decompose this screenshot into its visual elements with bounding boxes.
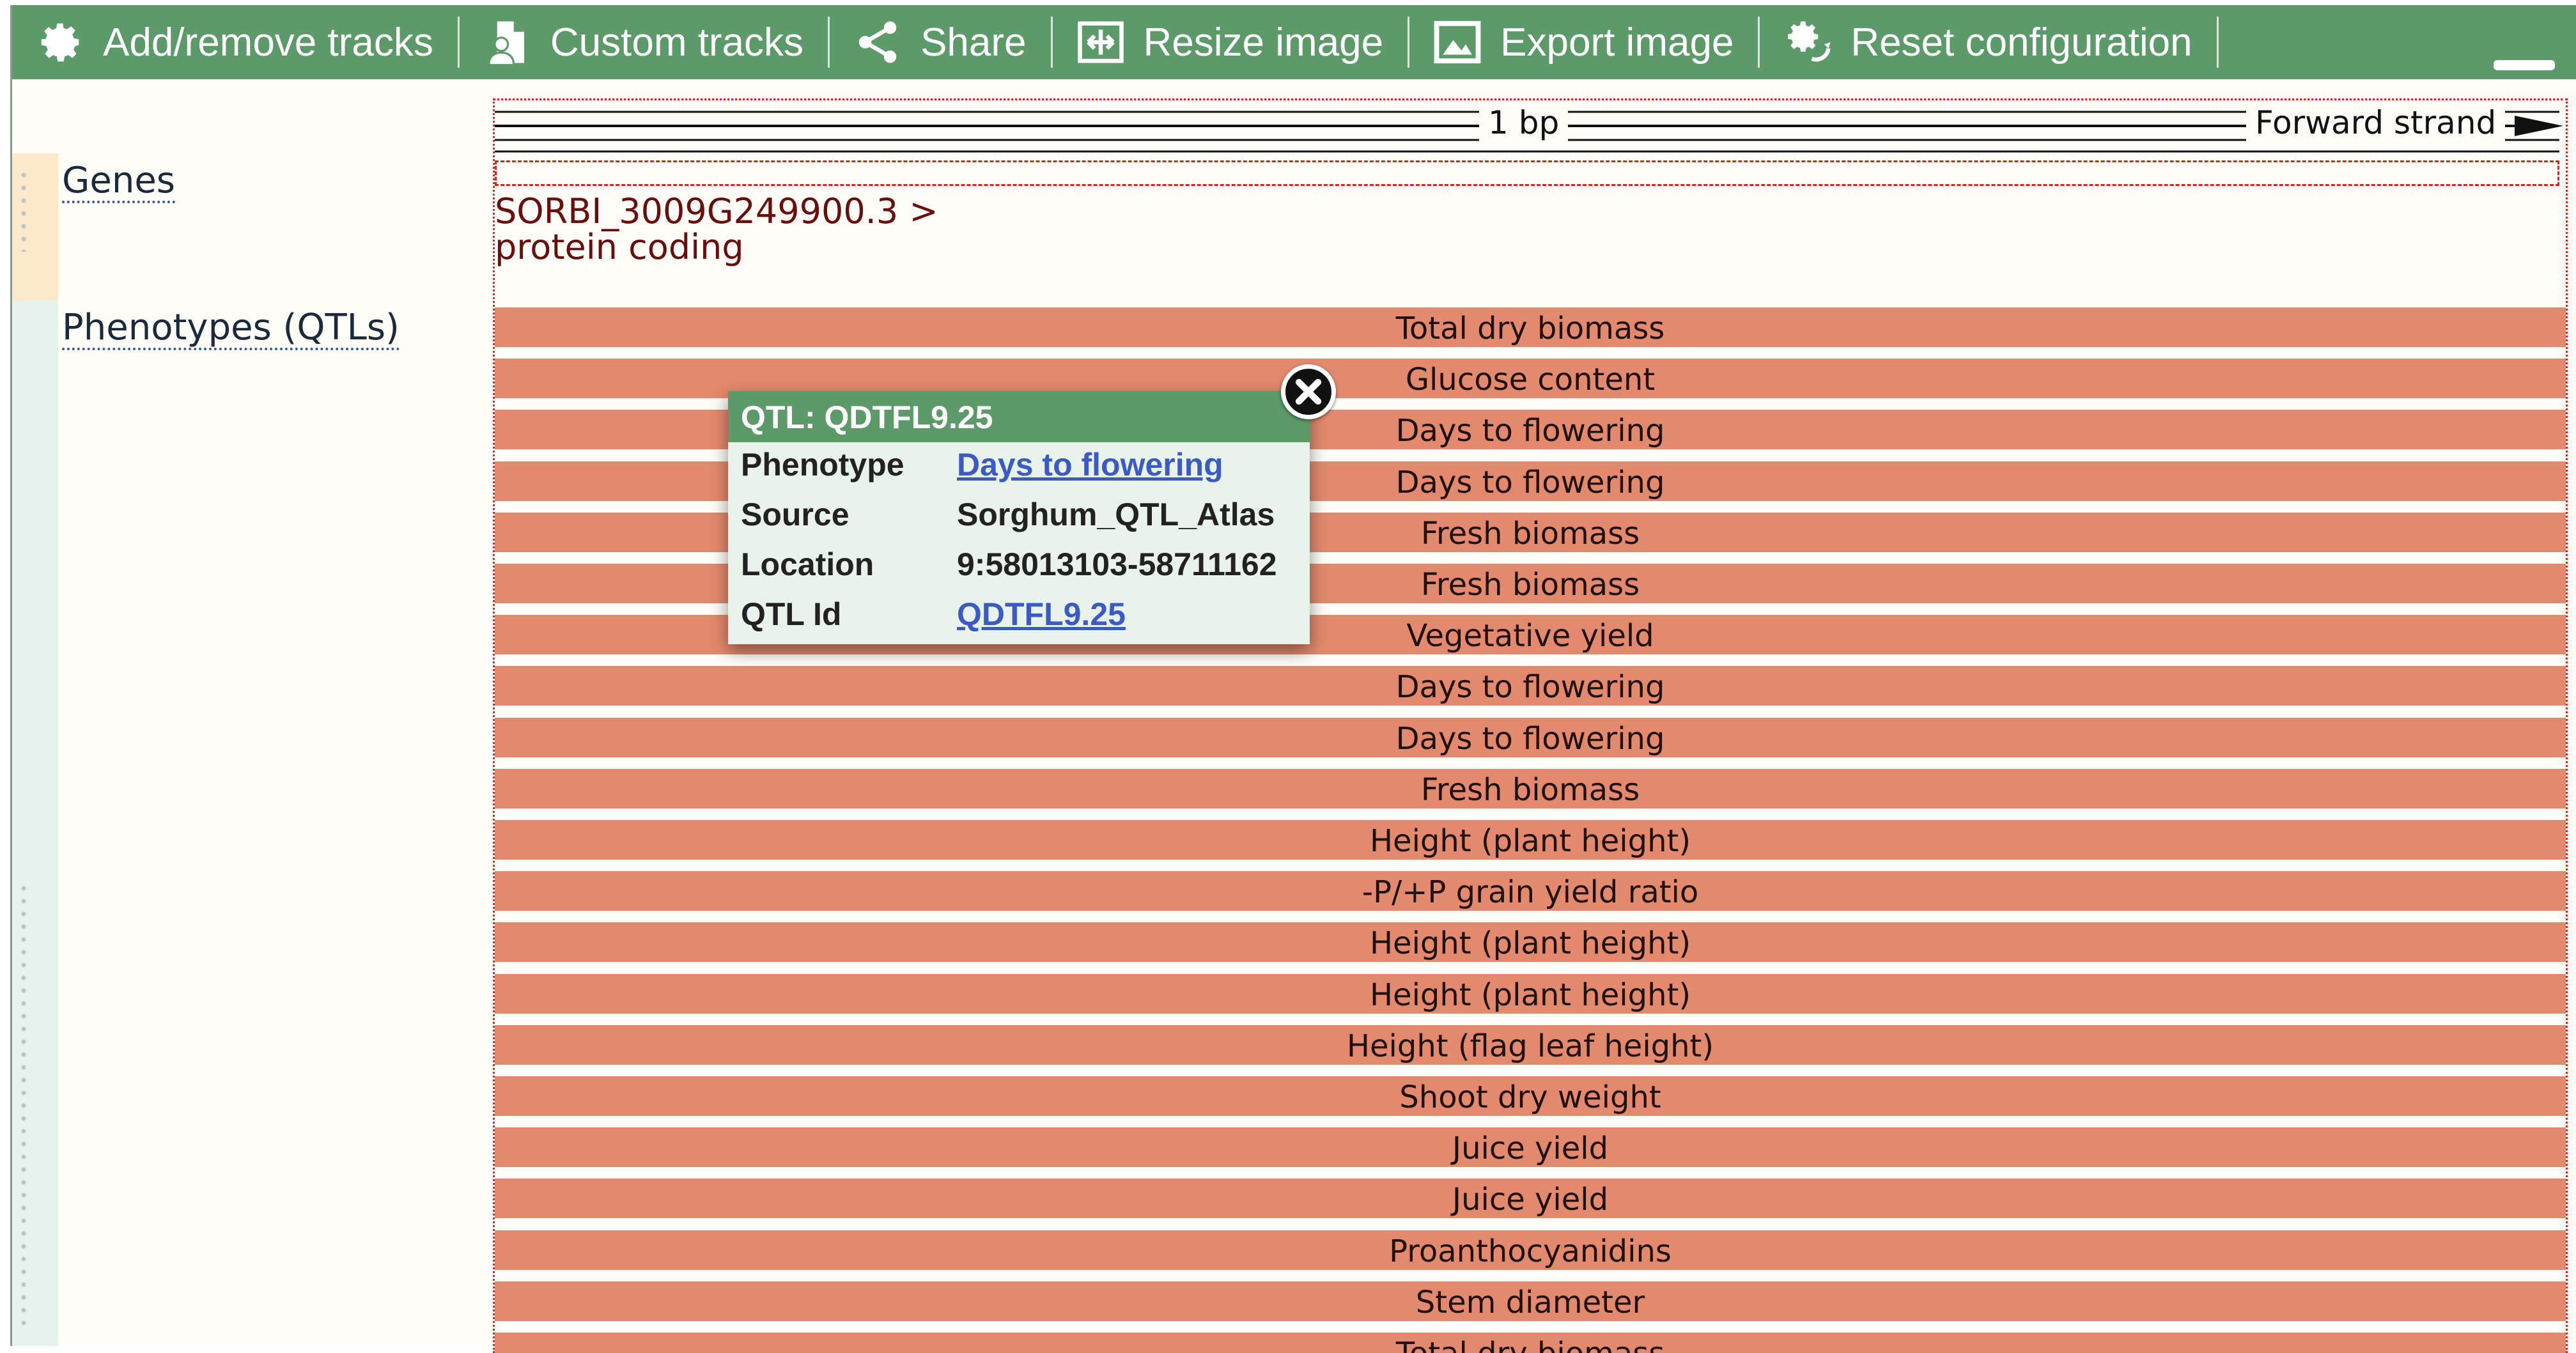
- reset-configuration-button[interactable]: Reset configuration: [1760, 5, 2216, 79]
- qtl-feature-bar[interactable]: Fresh biomass: [495, 769, 2566, 808]
- add-remove-tracks-button[interactable]: Add/remove tracks: [12, 5, 458, 79]
- close-popup-button[interactable]: [1281, 364, 1336, 419]
- qtl-feature-bar[interactable]: Days to flowering: [495, 718, 2566, 757]
- qtl-feature-bar[interactable]: Proanthocyanidins: [495, 1230, 2566, 1270]
- track-label-qtls[interactable]: Phenotypes (QTLs): [62, 308, 400, 350]
- qtl-feature-bar[interactable]: -P/+P grain yield ratio: [495, 871, 2566, 911]
- custom-tracks-button[interactable]: Custom tracks: [460, 5, 828, 79]
- export-image-label: Export image: [1500, 20, 1734, 65]
- genes-track-handle[interactable]: [12, 153, 58, 300]
- popup-key: Phenotype: [741, 447, 904, 483]
- file-user-icon: [487, 21, 524, 66]
- add-remove-tracks-label: Add/remove tracks: [103, 20, 433, 65]
- share-label: Share: [920, 20, 1027, 65]
- qtl-feature-bar[interactable]: Height (plant height): [495, 974, 2566, 1014]
- qtl-feature-bar[interactable]: Height (flag leaf height): [495, 1025, 2566, 1065]
- popup-key: Location: [741, 546, 874, 582]
- qtl-info-popup: QTL: QDTFL9.25 Phenotype Days to floweri…: [728, 391, 1310, 644]
- share-icon: [858, 21, 897, 63]
- strand-label: Forward strand: [2246, 104, 2506, 141]
- toolbar-divider: [2216, 17, 2219, 68]
- share-button[interactable]: Share: [830, 5, 1050, 79]
- popup-key: Source: [741, 497, 850, 532]
- custom-tracks-label: Custom tracks: [550, 20, 804, 65]
- qtl-feature-bar[interactable]: Height (plant height): [495, 820, 2566, 860]
- qtl-feature-bar[interactable]: Shoot dry weight: [495, 1076, 2566, 1116]
- qtl-feature-bar[interactable]: Stem diameter: [495, 1281, 2566, 1321]
- strand-arrow-icon: [2515, 116, 2563, 136]
- popup-value: 9:58013103-58711162: [957, 546, 1277, 582]
- gear-icon: [41, 23, 79, 62]
- genome-browser: Add/remove tracks Custom tracks Share Re…: [10, 5, 2576, 1353]
- qtl-feature-bar[interactable]: Days to flowering: [495, 666, 2566, 706]
- drag-grip-icon: [17, 882, 30, 1329]
- phenotype-link[interactable]: Days to flowering: [957, 442, 1223, 487]
- qtl-id-link[interactable]: QDTFL9.25: [957, 592, 1126, 637]
- reset-configuration-label: Reset configuration: [1851, 20, 2192, 65]
- popup-title: QTL: QDTFL9.25: [728, 391, 1310, 442]
- image-icon: [1434, 20, 1481, 64]
- resize-image-button[interactable]: Resize image: [1053, 5, 1408, 79]
- reset-gear-icon: [1788, 21, 1831, 62]
- popup-value: Sorghum_QTL_Atlas: [957, 497, 1275, 532]
- qtl-feature-bar[interactable]: Juice yield: [495, 1127, 2566, 1167]
- resize-image-label: Resize image: [1143, 20, 1384, 65]
- gene-id-label[interactable]: SORBI_3009G249900.3 >: [495, 191, 938, 231]
- export-image-button[interactable]: Export image: [1409, 5, 1758, 79]
- qtl-feature-bar[interactable]: Juice yield: [495, 1179, 2566, 1218]
- track-label-genes[interactable]: Genes: [62, 161, 175, 203]
- qtl-feature-bar[interactable]: Total dry biomass: [495, 307, 2566, 347]
- qtl-track-handle[interactable]: [12, 300, 58, 1346]
- qtl-feature-bar[interactable]: Total dry biomass: [495, 1333, 2566, 1353]
- drag-grip-icon: [17, 169, 30, 252]
- collapse-toolbar-button[interactable]: [2494, 60, 2555, 70]
- track-image-panel[interactable]: 1 bp Forward strand SORBI_3009G249900.3 …: [493, 98, 2568, 1353]
- popup-key: QTL Id: [741, 596, 842, 632]
- toolbar: Add/remove tracks Custom tracks Share Re…: [12, 5, 2576, 79]
- scale-label: 1 bp: [1479, 104, 1569, 141]
- close-icon: [1295, 378, 1322, 405]
- qtl-feature-bar[interactable]: Height (plant height): [495, 922, 2566, 962]
- gene-feature-box[interactable]: [495, 160, 2559, 186]
- gene-biotype-label: protein coding: [495, 227, 744, 267]
- resize-icon: [1077, 21, 1124, 63]
